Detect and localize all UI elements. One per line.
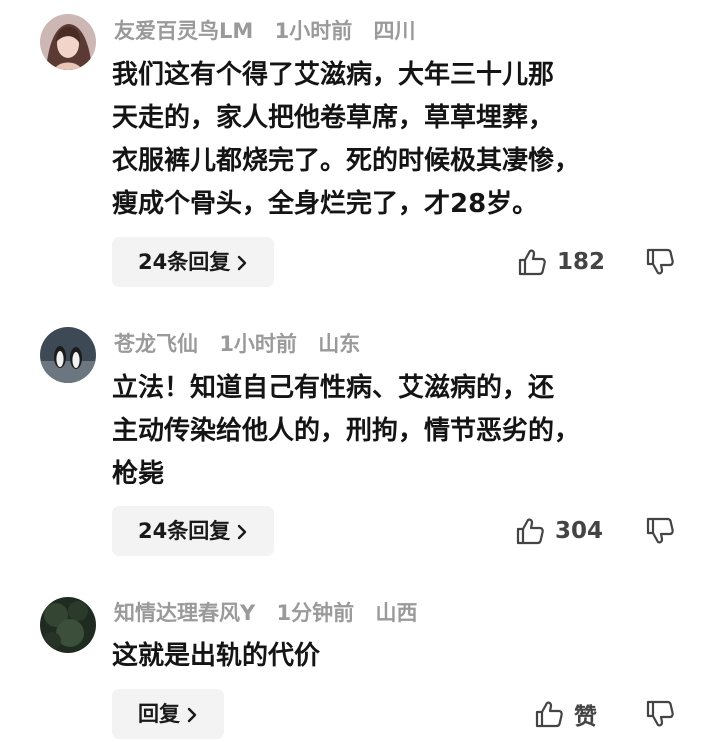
like-label: 赞 — [574, 704, 597, 730]
thumbs-down-icon — [646, 517, 674, 544]
reply-button[interactable]: 回复 — [112, 689, 224, 739]
comment-text: 立法！知道自己有性病、艾滋病的，还 主动传染给他人的，刑拘，情节恶劣的， 枪毙 — [112, 373, 581, 489]
thumbs-down-icon — [646, 700, 674, 727]
location: 四川 — [373, 19, 416, 43]
comment-text: 我们这有个得了艾滋病，大年三十儿那 天走的，家人把他卷草席，草草埋葬， 衣服裤儿… — [112, 60, 581, 219]
chevron-right-icon — [238, 255, 247, 270]
username[interactable]: 知情达理春风Y — [114, 601, 255, 625]
reply-count-label: 24条回复 — [138, 519, 231, 543]
thumbs-up-icon — [516, 518, 544, 545]
reply-label: 回复 — [138, 702, 180, 726]
timestamp: 1小时前 — [274, 19, 353, 43]
like-button[interactable]: 304 — [515, 506, 603, 556]
like-count: 304 — [555, 518, 604, 544]
comment-text: 这就是出轨的代价 — [112, 641, 321, 671]
comment-meta: 友爱百灵鸟LM 1小时前 四川 — [114, 16, 430, 46]
view-replies-button[interactable]: 24条回复 — [112, 506, 275, 556]
dislike-button[interactable] — [642, 696, 678, 732]
username[interactable]: 苍龙飞仙 — [114, 332, 198, 356]
comment-meta: 知情达理春风Y 1分钟前 山西 — [114, 598, 431, 628]
location: 山东 — [318, 332, 361, 356]
location: 山西 — [375, 601, 418, 625]
chevron-right-icon — [187, 707, 197, 722]
like-button[interactable]: 182 — [517, 237, 605, 287]
timestamp: 1小时前 — [219, 332, 297, 356]
like-count: 182 — [557, 249, 606, 275]
penguins-avatar-icon — [40, 327, 96, 383]
comment-meta: 苍龙飞仙 1小时前 山东 — [114, 329, 374, 359]
dislike-button[interactable] — [642, 513, 678, 549]
thumbs-down-icon — [646, 248, 674, 275]
thumbs-up-icon — [535, 701, 563, 728]
avatar[interactable] — [40, 14, 96, 70]
dark-foliage-avatar-icon — [40, 597, 96, 653]
like-button[interactable]: 赞 — [534, 689, 597, 739]
avatar[interactable] — [40, 597, 96, 653]
timestamp: 1分钟前 — [276, 601, 355, 625]
chevron-right-icon — [238, 524, 247, 539]
dislike-button[interactable] — [642, 244, 678, 280]
username[interactable]: 友爱百灵鸟LM — [114, 19, 253, 43]
thumbs-up-icon — [518, 249, 546, 276]
reply-count-label: 24条回复 — [138, 250, 231, 274]
woman-portrait-avatar-icon — [40, 14, 96, 70]
avatar[interactable] — [40, 327, 96, 383]
view-replies-button[interactable]: 24条回复 — [112, 237, 275, 287]
